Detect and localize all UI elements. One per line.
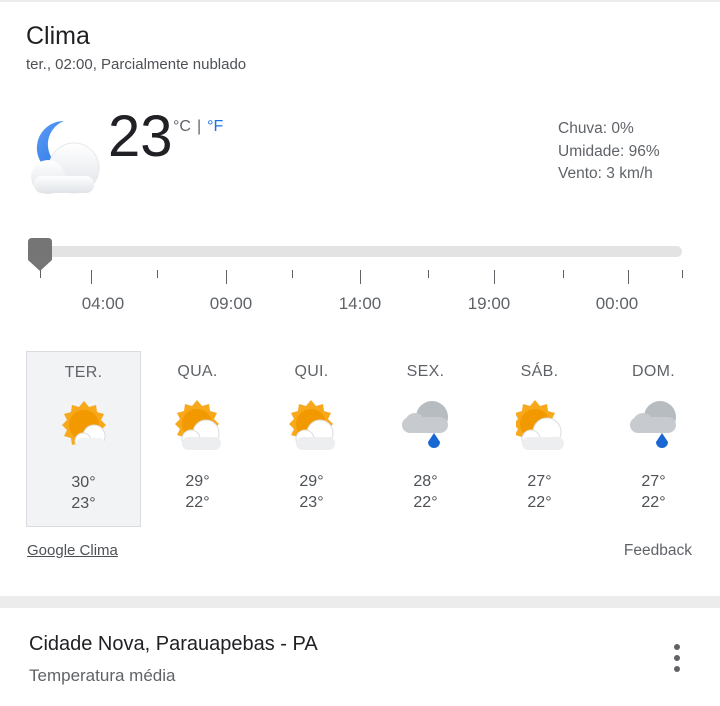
more-vert-icon[interactable] [664,640,690,676]
day-high-temp: 29° [185,473,210,490]
day-name: DOM. [632,363,675,380]
sun-partly-cloudy-icon [289,400,335,450]
slider-tick [157,270,158,278]
slider-time-label: 14:00 [338,294,382,313]
top-divider [0,0,720,2]
day-high-temp: 27° [641,473,666,490]
wind-speed: Vento: 3 km/h [558,165,653,182]
day-name: TER. [64,364,103,381]
widget-title: Clima [26,22,90,50]
section-divider [0,596,720,608]
forecast-day-sun[interactable]: DOM. 27° 22° [596,351,711,527]
sun-partly-cloudy-icon [516,400,564,450]
slider-time-label: 19:00 [467,294,511,313]
day-name: QUA. [177,363,218,380]
current-conditions-subtitle: ter., 02:00, Parcialmente nublado [26,56,247,73]
current-temperature: 23 [108,104,173,169]
rain-cloud-icon [402,401,448,448]
slider-tick [428,270,429,278]
slider-tick [40,270,41,278]
day-low-temp: 23° [71,495,96,512]
forecast-day-tue[interactable]: TER. 30° 23° [26,351,141,527]
moon-partly-cloudy-icon [31,120,100,194]
time-slider-thumb[interactable] [26,238,54,272]
feedback-link[interactable]: Feedback [624,542,692,560]
day-high-temp: 28° [413,473,438,490]
day-name: SEX. [406,363,445,380]
location-subtitle: Temperatura média [29,666,176,685]
slider-time-label: 09:00 [209,294,253,313]
day-name: SÁB. [520,363,559,380]
unit-toggle: °C | °F [173,118,223,136]
slider-tick [360,270,361,284]
humidity: Umidade: 96% [558,142,660,160]
slider-tick [292,270,293,278]
day-name: QUI. [294,363,329,380]
slider-tick [682,270,683,278]
forecast-day-fri[interactable]: SEX. 28° 22° [368,351,483,527]
location-title[interactable]: Cidade Nova, Parauapebas - PA [29,633,318,656]
weather-details: Chuva: 0% Umidade: 96% Vento: 3 km/h [558,118,660,186]
day-low-temp: 22° [413,494,438,511]
day-low-temp: 23° [299,494,324,511]
forecast-day-wed[interactable]: QUA. 29° 22° [140,351,255,527]
sun-partly-cloudy-icon [62,401,106,450]
slider-tick [226,270,227,284]
day-high-temp: 27° [527,473,552,490]
forecast-day-thu[interactable]: QUI. 29° 23° [254,351,369,527]
slider-time-label: 00:00 [595,294,639,313]
slider-tick [494,270,495,284]
unit-celsius-button[interactable]: °C [173,118,191,135]
sun-partly-cloudy-icon [175,400,221,450]
rain-chance: Chuva: 0% [558,120,634,137]
slider-tick [91,270,92,284]
unit-separator: | [196,118,202,135]
day-low-temp: 22° [527,494,552,511]
unit-fahrenheit-button[interactable]: °F [207,118,223,135]
google-weather-link[interactable]: Google Clima [27,542,118,559]
day-high-temp: 30° [71,474,96,491]
slider-time-label: 04:00 [81,294,125,313]
slider-tick [563,270,564,278]
day-low-temp: 22° [185,494,210,511]
day-low-temp: 22° [641,494,666,511]
rain-cloud-icon [630,401,676,448]
slider-tick [628,270,629,284]
forecast-day-sat[interactable]: SÁB. 27° 22° [482,351,597,527]
day-high-temp: 29° [299,473,324,490]
time-slider-track[interactable] [28,246,682,257]
